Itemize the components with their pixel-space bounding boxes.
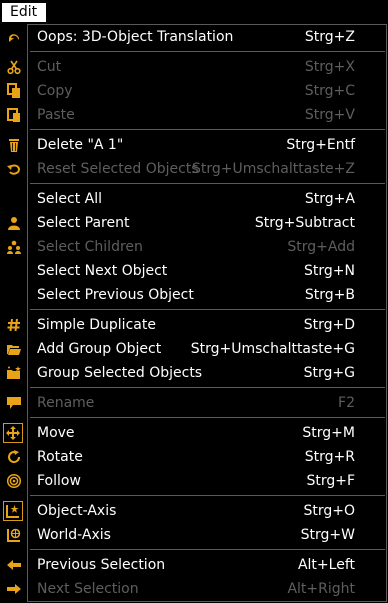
menu-item-group-selected-objects[interactable]: Group Selected Objects Strg+G [0,361,388,385]
menu-separator [30,417,385,418]
menu-item-shortcut: Strg+D [303,317,355,333]
edit-menu-title[interactable]: Edit [2,3,46,22]
target-icon [4,471,24,491]
menu-item-shortcut: Strg+G [303,365,355,381]
menu-item-shortcut: Alt+Left [297,557,355,573]
menu-item-label: Paste [37,107,75,123]
menu-item-rotate[interactable]: Rotate Strg+R [0,445,388,469]
scissors-icon [4,57,24,77]
menu-item-label: Select All [37,191,102,207]
menu-separator [30,51,385,52]
menu-item-label: Cut [37,59,62,75]
menu-item-shortcut: Alt+Right [287,581,355,597]
menu-bar: Edit [0,0,388,22]
menu-item-label: Group Selected Objects [37,365,203,381]
menu-item-shortcut: Strg+Z [304,29,355,45]
menu-separator [30,129,385,130]
folder-star-icon [4,363,24,383]
menu-item-shortcut: Strg+Umschalttaste+Z [192,161,355,177]
paste-icon [4,105,24,125]
menu-item-select-parent[interactable]: Select Parent Strg+Subtract [0,211,388,235]
menu-item-copy[interactable]: Copy Strg+C [0,79,388,103]
undo-icon [4,27,24,47]
menu-item-next-selection[interactable]: Next Selection Alt+Right [0,577,388,601]
menu-item-reset-selected-objects[interactable]: Reset Selected Objects Strg+Umschalttast… [0,157,388,181]
menu-item-label: Select Next Object [37,263,168,279]
menu-separator [30,309,385,310]
menu-item-delete[interactable]: Delete "A 1" Strg+Entf [0,133,388,157]
menu-item-shortcut: Strg+V [304,107,355,123]
menu-item-rename[interactable]: Rename F2 [0,391,388,415]
menu-item-world-axis[interactable]: World-Axis Strg+W [0,523,388,547]
menu-item-label: Oops: 3D-Object Translation [37,29,234,45]
speech-bubble-icon [4,393,24,413]
menu-separator [30,495,385,496]
menu-item-add-group-object[interactable]: Add Group Object Strg+Umschalttaste+G [0,337,388,361]
menu-item-cut[interactable]: Cut Strg+X [0,55,388,79]
menu-item-label: Delete "A 1" [37,137,124,153]
menu-item-shortcut: Strg+W [300,527,355,543]
reset-icon [4,159,24,179]
menu-item-shortcut: Strg+Entf [286,137,355,153]
menu-item-paste[interactable]: Paste Strg+V [0,103,388,127]
menu-item-label: Select Parent [37,215,130,231]
menu-item-follow[interactable]: Follow Strg+F [0,469,388,493]
menu-item-label: Move [37,425,75,441]
menu-item-label: Add Group Object [37,341,162,357]
menu-item-label: Next Selection [37,581,139,597]
menu-item-shortcut: Strg+A [304,191,355,207]
menu-item-shortcut: Strg+X [304,59,355,75]
world-axis-icon [4,525,24,545]
menu-item-shortcut: Strg+O [303,503,355,519]
menu-item-label: World-Axis [37,527,111,543]
trash-icon [4,135,24,155]
menu-item-shortcut: F2 [338,395,355,411]
menu-item-select-next-object[interactable]: Select Next Object Strg+N [0,259,388,283]
menu-item-label: Rename [37,395,95,411]
object-axis-icon [3,501,23,521]
menu-separator [30,183,385,184]
menu-item-label: Select Previous Object [37,287,194,303]
menu-item-shortcut: Strg+Add [287,239,355,255]
menu-item-label: Reset Selected Objects [37,161,199,177]
menu-item-shortcut: Strg+Subtract [254,215,355,231]
rotate-icon [4,447,24,467]
menu-item-previous-selection[interactable]: Previous Selection Alt+Left [0,553,388,577]
person-icon [4,213,24,233]
move-arrows-icon [3,423,23,443]
menu-item-shortcut: Strg+F [306,473,355,489]
menu-separator [30,549,385,550]
menu-item-shortcut: Strg+C [304,83,355,99]
arrow-left-icon [4,555,24,575]
menu-item-label: Select Children [37,239,143,255]
folder-open-icon [4,339,24,359]
menu-item-label: Follow [37,473,81,489]
menu-item-label: Copy [37,83,73,99]
copy-icon [4,81,24,101]
menu-item-select-all[interactable]: Select All Strg+A [0,187,388,211]
menu-item-undo[interactable]: Oops: 3D-Object Translation Strg+Z [0,25,388,49]
menu-item-shortcut: Strg+Umschalttaste+G [190,341,355,357]
menu-item-move[interactable]: Move Strg+M [0,421,388,445]
hash-icon [4,315,24,335]
people-icon [4,237,24,257]
menu-item-label: Previous Selection [37,557,166,573]
menu-item-select-previous-object[interactable]: Select Previous Object Strg+B [0,283,388,307]
menu-item-object-axis[interactable]: Object-Axis Strg+O [0,499,388,523]
menu-item-label: Rotate [37,449,83,465]
menu-item-shortcut: Strg+M [302,425,355,441]
menu-item-label: Simple Duplicate [37,317,156,333]
menu-item-simple-duplicate[interactable]: Simple Duplicate Strg+D [0,313,388,337]
menu-item-label: Object-Axis [37,503,117,519]
arrow-right-icon [4,579,24,599]
menu-item-select-children[interactable]: Select Children Strg+Add [0,235,388,259]
menu-item-shortcut: Strg+N [304,263,355,279]
menu-separator [30,387,385,388]
menu-item-shortcut: Strg+R [304,449,355,465]
menu-item-shortcut: Strg+B [304,287,355,303]
